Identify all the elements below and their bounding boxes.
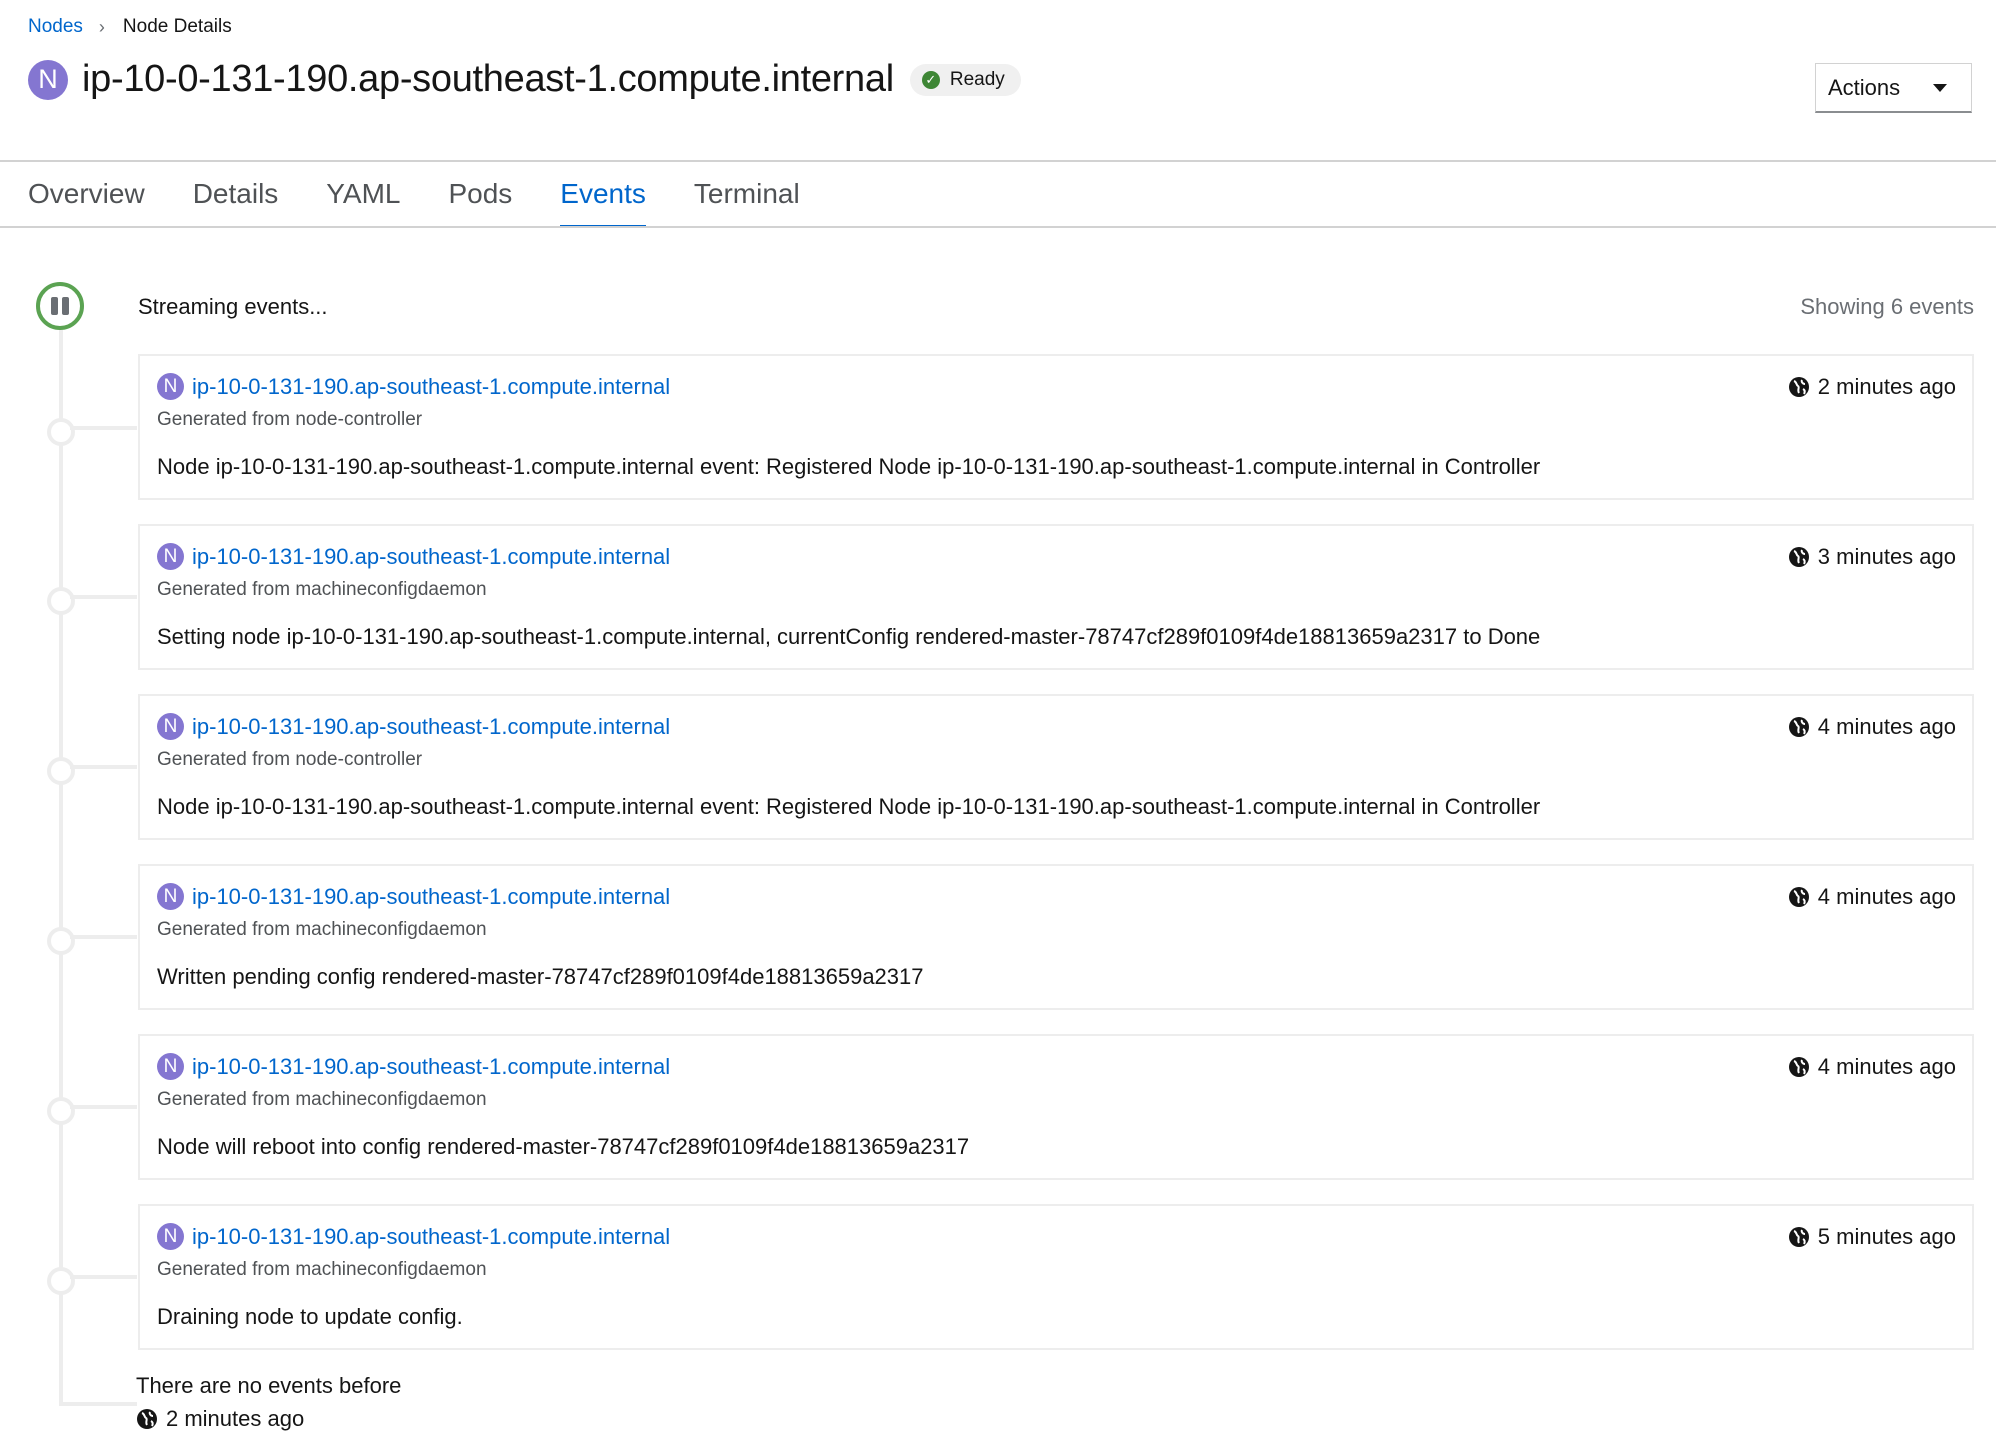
breadcrumb-link-nodes[interactable]: Nodes (28, 16, 83, 38)
timeline-node (47, 757, 75, 785)
globe-icon (1788, 717, 1809, 737)
timeline-connector (70, 426, 137, 430)
event-time-label: 5 minutes ago (1817, 1224, 1956, 1249)
streaming-status: Streaming events... (138, 294, 328, 319)
no-more-events-timestamp: 2 minutes ago (136, 1406, 304, 1432)
globe-icon (1788, 547, 1809, 567)
event-resource-link[interactable]: ip-10-0-131-190.ap-southeast-1.compute.i… (192, 1054, 670, 1080)
timeline-end-connector (59, 1402, 137, 1406)
event-card: N ip-10-0-131-190.ap-southeast-1.compute… (138, 1034, 1974, 1180)
event-timestamp: 5 minutes ago (1788, 1224, 1956, 1250)
tab-details[interactable]: Details (193, 162, 279, 228)
actions-dropdown[interactable]: Actions (1815, 63, 1972, 113)
node-resource-icon: N (157, 1053, 184, 1080)
globe-icon (1788, 1057, 1809, 1077)
event-message: Draining node to update config. (157, 1304, 463, 1329)
timeline-node (47, 1097, 75, 1125)
timeline-connector (70, 935, 137, 939)
check-circle-icon: ✓ (921, 70, 940, 89)
event-resource-link[interactable]: ip-10-0-131-190.ap-southeast-1.compute.i… (192, 544, 670, 570)
event-source: Generated from machineconfigdaemon (157, 1089, 487, 1110)
event-resource-link[interactable]: ip-10-0-131-190.ap-southeast-1.compute.i… (192, 374, 670, 400)
event-message: Node ip-10-0-131-190.ap-southeast-1.comp… (157, 454, 1541, 479)
footer-time-label: 2 minutes ago (166, 1406, 305, 1431)
event-timestamp: 4 minutes ago (1788, 1054, 1956, 1080)
node-resource-icon: N (157, 883, 184, 910)
tab-events[interactable]: Events (560, 162, 646, 228)
event-source: Generated from machineconfigdaemon (157, 1259, 487, 1280)
event-source: Generated from machineconfigdaemon (157, 579, 487, 600)
node-resource-icon: N (157, 373, 184, 400)
globe-icon (1788, 887, 1809, 907)
event-message: Node will reboot into config rendered-ma… (157, 1134, 970, 1159)
actions-label: Actions (1828, 74, 1901, 100)
event-card: N ip-10-0-131-190.ap-southeast-1.compute… (138, 354, 1974, 500)
event-time-label: 4 minutes ago (1817, 1054, 1956, 1079)
event-count: Showing 6 events (1800, 294, 1974, 319)
timeline-connector (70, 1105, 137, 1109)
event-source: Generated from machineconfigdaemon (157, 919, 487, 940)
event-time-label: 4 minutes ago (1817, 714, 1956, 739)
event-resource-link[interactable]: ip-10-0-131-190.ap-southeast-1.compute.i… (192, 1224, 670, 1250)
event-time-label: 2 minutes ago (1817, 374, 1956, 399)
event-timestamp: 4 minutes ago (1788, 714, 1956, 740)
status-label: Ready (949, 68, 1005, 90)
timeline-connector (70, 595, 137, 599)
event-source: Generated from node-controller (157, 749, 423, 770)
timeline-line (59, 330, 63, 1406)
event-timestamp: 2 minutes ago (1788, 374, 1956, 400)
node-resource-icon: N (157, 1223, 184, 1250)
event-source: Generated from node-controller (157, 409, 423, 430)
tab-overview[interactable]: Overview (28, 162, 145, 228)
event-time-label: 4 minutes ago (1817, 884, 1956, 909)
pause-streaming-button[interactable] (36, 282, 84, 330)
chevron-right-icon: › (98, 16, 105, 37)
tab-bar: Overview Details YAML Pods Events Termin… (28, 162, 848, 228)
globe-icon (1788, 377, 1809, 397)
pause-icon (51, 297, 69, 315)
node-resource-icon: N (157, 543, 184, 570)
timeline-node (47, 927, 75, 955)
event-resource-link[interactable]: ip-10-0-131-190.ap-southeast-1.compute.i… (192, 714, 670, 740)
tab-pods[interactable]: Pods (448, 162, 512, 228)
event-timestamp: 3 minutes ago (1788, 544, 1956, 570)
event-message: Node ip-10-0-131-190.ap-southeast-1.comp… (157, 794, 1541, 819)
timeline-node (47, 418, 75, 446)
globe-icon (1788, 1227, 1809, 1247)
timeline-node (47, 587, 75, 615)
event-time-label: 3 minutes ago (1817, 544, 1956, 569)
page-header: N ip-10-0-131-190.ap-southeast-1.compute… (28, 58, 1021, 101)
node-resource-icon: N (157, 713, 184, 740)
event-message: Written pending config rendered-master-7… (157, 964, 924, 989)
status-badge: ✓ Ready (909, 63, 1021, 96)
timeline-connector (70, 765, 137, 769)
node-resource-icon: N (28, 59, 68, 100)
breadcrumb: Nodes › Node Details (28, 16, 232, 38)
event-message: Setting node ip-10-0-131-190.ap-southeas… (157, 624, 1541, 649)
tab-yaml[interactable]: YAML (326, 162, 400, 228)
breadcrumb-current: Node Details (122, 16, 232, 37)
event-resource-link[interactable]: ip-10-0-131-190.ap-southeast-1.compute.i… (192, 884, 670, 910)
tabs-divider (0, 226, 1996, 228)
event-timestamp: 4 minutes ago (1788, 884, 1956, 910)
caret-down-icon (1933, 83, 1947, 92)
event-card: N ip-10-0-131-190.ap-southeast-1.compute… (138, 694, 1974, 840)
page-title: ip-10-0-131-190.ap-southeast-1.compute.i… (82, 58, 894, 100)
tab-terminal[interactable]: Terminal (694, 162, 800, 228)
event-card: N ip-10-0-131-190.ap-southeast-1.compute… (138, 524, 1974, 670)
no-more-events-text: There are no events before (136, 1373, 402, 1398)
event-card: N ip-10-0-131-190.ap-southeast-1.compute… (138, 864, 1974, 1010)
timeline-node (47, 1267, 75, 1295)
timeline-connector (70, 1275, 137, 1279)
globe-icon (137, 1409, 157, 1429)
event-card: N ip-10-0-131-190.ap-southeast-1.compute… (138, 1204, 1974, 1350)
